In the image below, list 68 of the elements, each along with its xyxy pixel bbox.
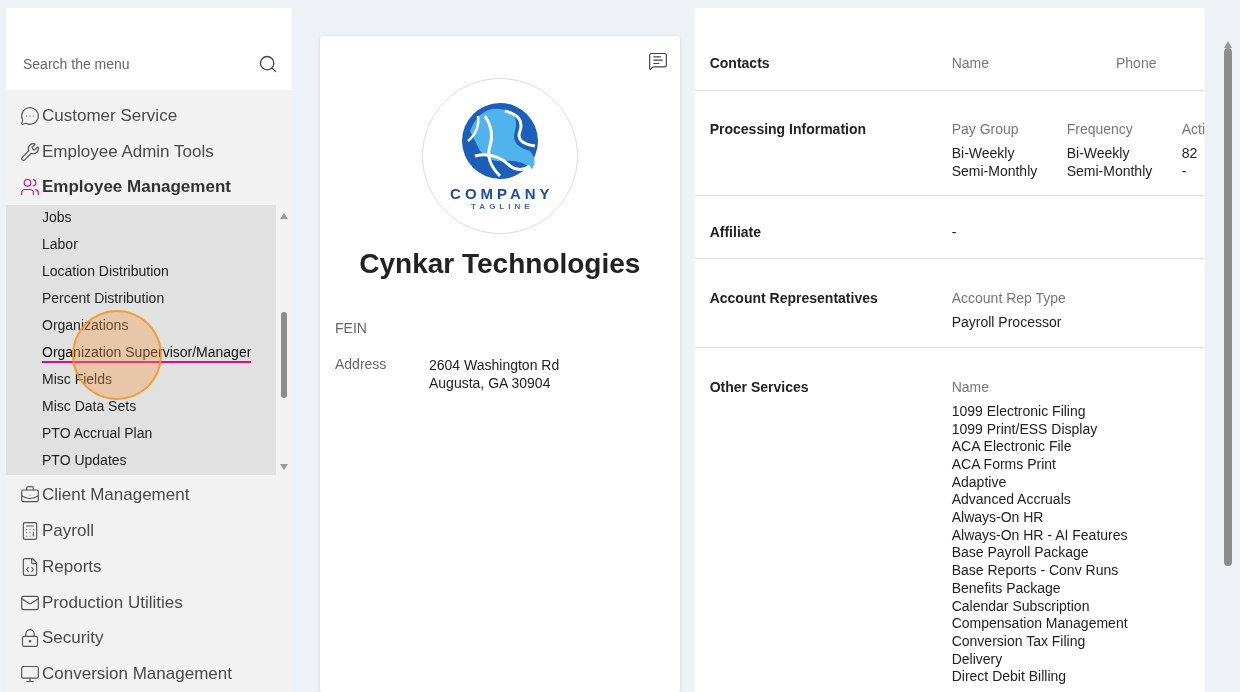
- menu-item[interactable]: Conversion Management: [6, 656, 292, 692]
- submenu-item[interactable]: Labor: [42, 236, 78, 256]
- menu-item[interactable]: Payroll: [6, 513, 292, 549]
- column-value: Benefits Package: [951, 579, 1062, 598]
- column-value: Bi-Weekly: [951, 145, 1016, 163]
- column-value: Advanced Accruals: [951, 491, 1072, 510]
- submenu-item[interactable]: Percent Distribution: [42, 290, 165, 310]
- logo-wordmark: COMPANY: [449, 185, 554, 202]
- submenu-item[interactable]: Location Distribution: [42, 263, 169, 283]
- search-icon[interactable]: [258, 54, 278, 75]
- menu-item[interactable]: Client Management: [6, 477, 292, 514]
- company-name: Cynkar Technologies: [359, 248, 641, 280]
- submenu-item[interactable]: PTO Accrual Plan: [42, 425, 153, 445]
- column-heading: Account Rep Type: [951, 290, 1066, 307]
- comment-icon[interactable]: [647, 51, 668, 71]
- column-value: Bi-Weekly: [1066, 145, 1131, 163]
- section-title: Other Services: [708, 378, 810, 397]
- column-value: Delivery: [951, 650, 1004, 669]
- column-value: Semi-Monthly: [1066, 162, 1154, 181]
- column-heading: Acti: [1181, 121, 1205, 137]
- menu-item[interactable]: Reports: [6, 548, 292, 585]
- submenu-item[interactable]: PTO Updates: [42, 452, 127, 472]
- section-title: Contacts: [708, 55, 771, 71]
- submenu-item[interactable]: Misc Data Sets: [42, 398, 137, 418]
- column-value: Adaptive: [951, 473, 1008, 492]
- column-value: 82: [1181, 145, 1199, 163]
- monitor-icon: [20, 664, 40, 685]
- search-field[interactable]: Search the menu: [21, 55, 225, 74]
- swirl-logo-icon: [459, 101, 540, 181]
- column-value: Always-On HR: [951, 509, 1045, 527]
- column-heading: Name: [951, 378, 991, 395]
- column-value: Base Reports - Conv Runs: [951, 562, 1120, 580]
- column-value: Compensation Management: [951, 615, 1128, 633]
- wrench-icon: [20, 141, 40, 162]
- field-label: Address: [335, 356, 388, 374]
- menu-item[interactable]: Employee Admin Tools: [6, 133, 292, 170]
- code-file-icon: [20, 556, 40, 577]
- chat-bubble-icon: [20, 105, 40, 126]
- logo-tagline: TAGLINE: [470, 202, 534, 211]
- column-value: 1099 Print/ESS Display: [951, 420, 1099, 439]
- menu-item[interactable]: Production Utilities: [6, 584, 292, 621]
- column-value: -: [1181, 162, 1188, 181]
- column-value: Payroll Processor: [951, 314, 1063, 332]
- column-heading: Frequency: [1066, 121, 1134, 137]
- column-value: ACA Electronic File: [951, 438, 1073, 456]
- column-value: Base Payroll Package: [951, 544, 1090, 563]
- section-title: Processing Information: [708, 121, 868, 139]
- column-value: ACA Forms Print: [951, 455, 1057, 474]
- people-icon: [20, 177, 40, 198]
- menu-item[interactable]: Customer Service: [6, 97, 292, 134]
- menu-item[interactable]: Security: [6, 620, 292, 657]
- calculator-icon: [20, 520, 40, 541]
- column-heading: Phone: [1116, 55, 1158, 71]
- column-value: Semi-Monthly: [951, 162, 1039, 181]
- column-value: Direct Debit Billing: [951, 668, 1068, 687]
- column-value: Conversion Tax Filing: [951, 632, 1087, 651]
- submenu-item[interactable]: Jobs: [42, 209, 72, 229]
- field-label: FEIN: [335, 320, 368, 336]
- column-value: Always-On HR - AI Features: [951, 526, 1128, 545]
- column-value: Calendar Subscription: [951, 597, 1091, 616]
- section-value: -: [951, 224, 957, 243]
- column-heading: Pay Group: [951, 121, 1020, 137]
- section-title: Affiliate: [708, 224, 763, 243]
- column-heading: Name: [951, 55, 991, 71]
- field-value: 2604 Washington Rd Augusta, GA 30904: [429, 356, 560, 392]
- padlock-icon: [20, 628, 40, 649]
- section-title: Account Representatives: [708, 290, 879, 309]
- column-value: 1099 Electronic Filing: [951, 402, 1087, 421]
